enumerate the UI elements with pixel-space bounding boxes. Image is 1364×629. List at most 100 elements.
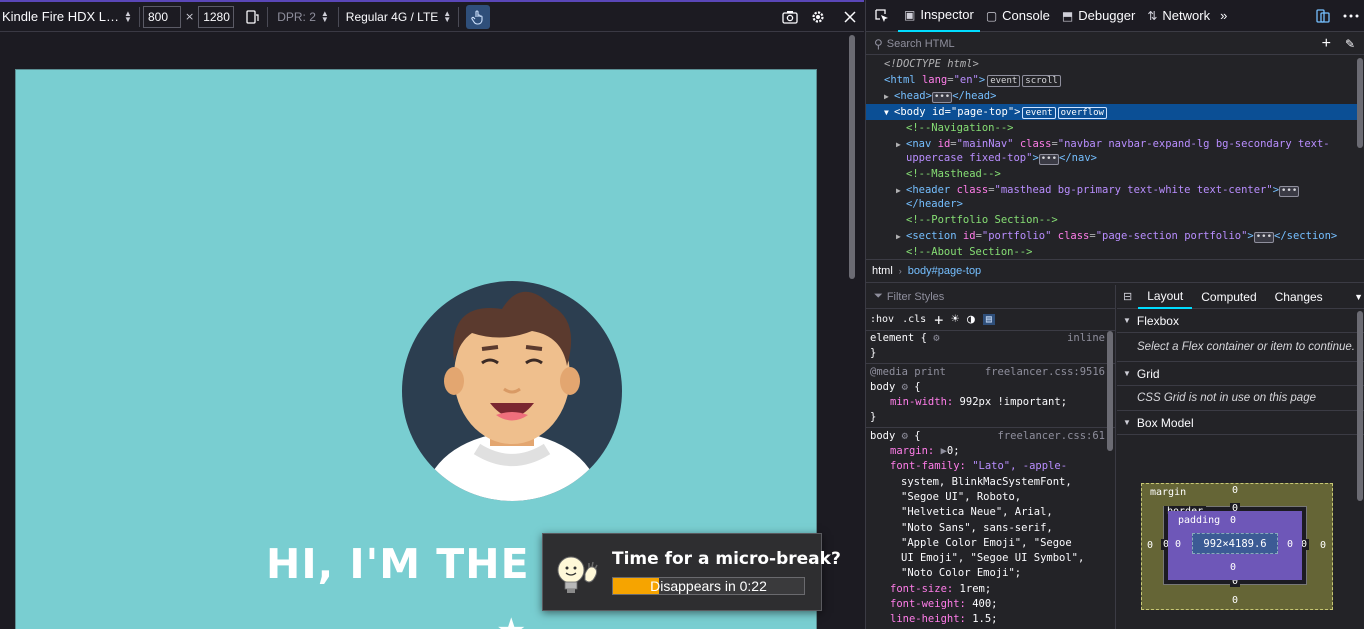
scrollbar-thumb[interactable] [849,35,855,279]
cls-toggle[interactable]: .cls [902,314,926,325]
separator [267,6,269,27]
device-selector[interactable]: Kindle Fire HDX L… ▲ ▼ [0,2,136,32]
viewport-width-input[interactable]: 800 [142,5,181,28]
layout-scrollbar-thumb[interactable] [1357,311,1363,501]
rule-close: } [870,347,877,360]
tab-computed[interactable]: Computed [1192,285,1265,309]
touch-simulation-button[interactable] [466,4,491,29]
margin-top[interactable]: 0 [1232,485,1238,496]
light-theme-icon[interactable]: ☀ [951,312,959,327]
decl-font-family-cont: "Segoe UI", Roboto, [901,490,1022,503]
decl-margin[interactable]: margin: ▶0; [866,444,1115,459]
padding-left[interactable]: 0 [1175,539,1181,550]
padding-label: padding [1178,515,1221,526]
search-html-row: ⚲ Search HTML + ✎ [866,33,1364,55]
chevron-down-icon[interactable]: ▼ [1354,292,1363,302]
toggle-sidebar-icon[interactable]: ⊟ [1117,290,1138,303]
print-media-icon[interactable]: ▤ [982,314,995,325]
element-picker-icon[interactable] [866,0,898,32]
content-size[interactable]: 992×4189.6 [1192,533,1278,554]
search-html-input[interactable]: Search HTML [887,38,955,50]
decl-font-weight[interactable]: font-weight: 400; [866,597,1115,612]
markup-comment[interactable]: <!--About Section--> [866,244,1357,258]
more-options-icon[interactable] [1337,1,1364,31]
rule-body[interactable]: body ⚙ {freelancer.css:61 [866,429,1115,444]
markup-nav[interactable]: ▶ <nav id="mainNav" class="navbar navbar-… [866,136,1357,152]
markup-comment[interactable]: <!--Navigation--> [866,120,1357,136]
tab-network-label: Network [1162,8,1211,23]
rule-media: @media print freelancer.css:9516 [870,365,1105,378]
breadcrumb-html[interactable]: html [866,265,899,277]
markup-html[interactable]: <html lang="en"> event scroll [866,72,1357,88]
tab-network[interactable]: ⇅ Network [1141,0,1216,32]
dark-theme-icon[interactable]: ◑ [967,312,975,327]
close-icon[interactable] [836,2,864,32]
tab-debugger[interactable]: ⬒ Debugger [1056,0,1141,32]
margin-bottom[interactable]: 0 [1232,595,1238,606]
devtools-tabbar: ▣ Inspector ▢ Console ⬒ Debugger ⇅ Netwo… [866,0,1364,32]
tab-inspector[interactable]: ▣ Inspector [898,0,980,32]
decl-font-family-cont: UI Emoji", "Segoe UI Symbol", [901,552,1085,565]
devtools-tabbar-right [1309,0,1364,32]
updown-icon: ▲ ▼ [443,8,452,24]
rdm-toggle-icon[interactable] [1309,1,1337,31]
markup-scrollbar[interactable] [1356,56,1364,258]
markup-nav-cont[interactable]: uppercase fixed-top"> ••• </nav> [866,152,1357,166]
times-symbol: × [184,10,195,23]
markup-comment[interactable]: <!--Portfolio Section--> [866,212,1357,228]
decl-min-width[interactable]: min-width: 992px !important; [866,395,1115,410]
markup-header[interactable]: ▶ <header class="masthead bg-primary text… [866,182,1357,198]
markup-header-close[interactable]: </header> [866,198,1357,212]
add-rule-icon[interactable]: + [934,311,943,329]
rule-element[interactable]: element { ⚙ inline [866,331,1115,346]
more-tabs-icon[interactable]: » [1216,0,1231,32]
device-selector-label: Kindle Fire HDX L… [2,9,120,24]
section-boxmodel-header[interactable]: ▼ Box Model [1117,411,1364,435]
markup-doctype[interactable]: <!DOCTYPE html> [866,56,1357,72]
tab-changes[interactable]: Changes [1266,285,1332,309]
decl-font-family-cont: "Noto Color Emoji"; [901,567,1022,580]
decl-line-height[interactable]: line-height: 1.5; [866,612,1115,627]
hov-toggle[interactable]: :hov [870,314,894,325]
padding-top[interactable]: 0 [1230,515,1236,526]
margin-right[interactable]: 0 [1320,540,1326,551]
markup-body-selected[interactable]: ▼ <body id="page-top"> event overflow [866,104,1357,120]
dpr-selector[interactable]: DPR: 2 ▲ ▼ [271,9,335,24]
viewport-height-input[interactable]: 1280 [198,5,235,28]
updown-icon: ▲ ▼ [124,8,132,24]
scrollbar-thumb[interactable] [1357,58,1363,148]
layout-pane: ⊟ Layout Computed Changes ▼ ▼ Flexbox Sel… [1117,285,1364,629]
decl-font-family-cont: "Apple Color Emoji", "Segoe [901,536,1072,549]
eyedropper-icon[interactable]: ✎ [1345,37,1355,51]
screenshot-icon[interactable] [776,2,804,32]
rotate-viewport-icon[interactable] [240,6,264,28]
section-grid-header[interactable]: ▼ Grid [1117,362,1364,386]
rules-scrollbar-thumb[interactable] [1107,331,1113,451]
tab-debugger-label: Debugger [1078,8,1136,23]
flexbox-note: Select a Flex container or item to conti… [1117,333,1364,362]
rule-body-print[interactable]: body ⚙ { [866,380,1115,395]
viewport-scrollbar[interactable] [848,33,856,629]
markup-section[interactable]: ▶ <section id="portfolio" class="page-sec… [866,228,1357,244]
padding-bottom[interactable]: 0 [1230,562,1236,573]
breadcrumb-body[interactable]: body#page-top [902,265,987,277]
padding-box: padding 0 0 0 0 992×4189.6 [1168,511,1302,580]
separator [458,6,460,27]
network-icon: ⇅ [1147,8,1158,23]
markup-view: <!DOCTYPE html> <html lang="en"> event scr… [866,56,1357,258]
add-node-icon[interactable]: + [1322,35,1331,53]
expand-triangle-icon: ▼ [1123,418,1131,427]
tab-console[interactable]: ▢ Console [980,0,1056,32]
rdm-toolbar-right [776,2,864,32]
decl-font-size[interactable]: font-size: 1rem; [866,582,1115,597]
filter-styles-input[interactable]: Filter Styles [887,291,944,303]
section-flexbox-header[interactable]: ▼ Flexbox [1117,309,1364,333]
settings-gear-icon[interactable] [804,2,832,32]
tab-layout[interactable]: Layout [1138,285,1193,309]
margin-left[interactable]: 0 [1147,540,1153,551]
network-throttle-selector[interactable]: Regular 4G / LTE ▲ ▼ [342,8,455,24]
markup-comment[interactable]: <!--Masthead--> [866,166,1357,182]
markup-head[interactable]: ▶ <head> ••• </head> [866,88,1357,104]
padding-right[interactable]: 0 [1287,539,1293,550]
decl-font-family[interactable]: font-family: "Lato", -apple- [866,459,1115,474]
